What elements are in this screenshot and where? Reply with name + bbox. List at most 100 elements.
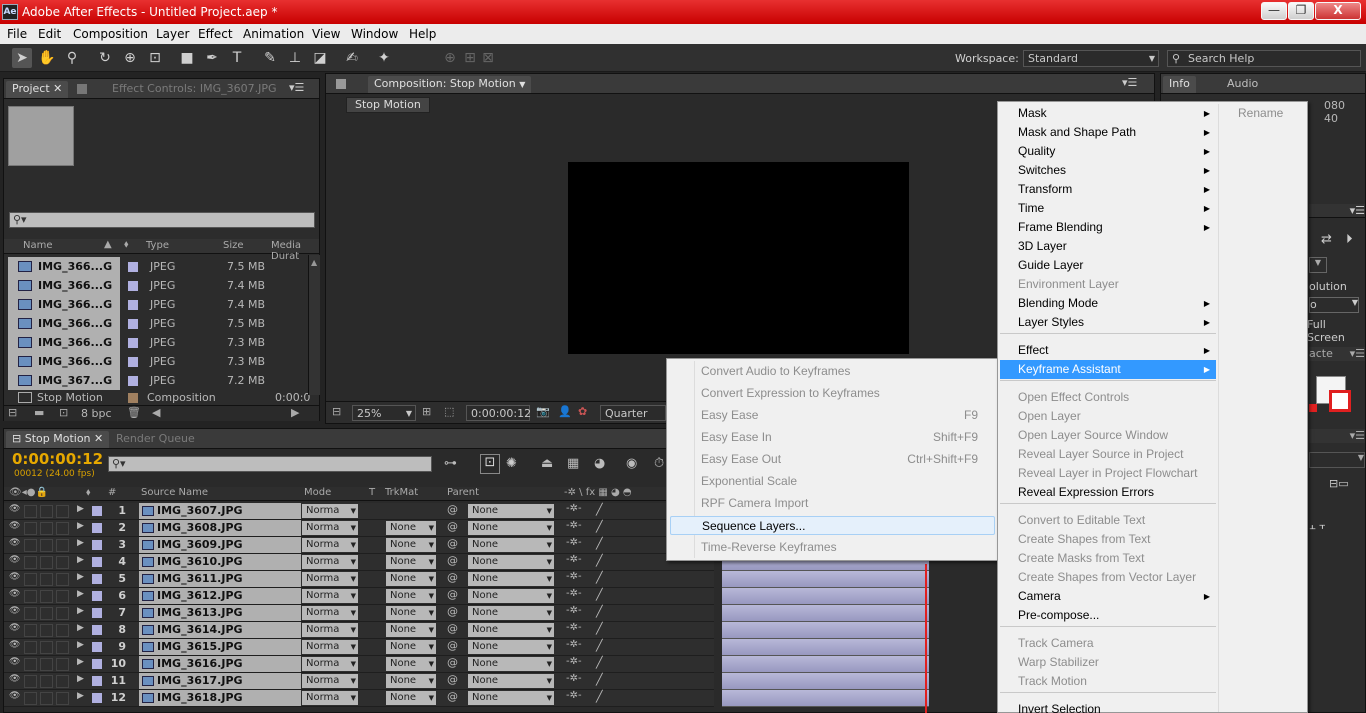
show-snapshot-icon[interactable]: 👤: [558, 405, 572, 418]
trkmat-dropdown[interactable]: None ▼: [386, 691, 436, 705]
parent-pick-whip-icon[interactable]: @: [447, 605, 458, 618]
interpret-footage-icon[interactable]: ⊟: [8, 406, 17, 419]
audio-switch[interactable]: [24, 573, 37, 586]
parent-pick-whip-icon[interactable]: @: [447, 571, 458, 584]
table-row[interactable]: 👁 ▶ 5 IMG_3611.JPG Norma ▼ None ▼ @ None ▼ …: [4, 571, 714, 588]
eye-icon[interactable]: 👁: [9, 623, 20, 633]
audio-switch[interactable]: [24, 624, 37, 637]
label-color[interactable]: [92, 608, 102, 618]
layer-duration-bar[interactable]: [722, 571, 929, 588]
table-row[interactable]: 👁 ▶ 3 IMG_3609.JPG Norma ▼ None ▼ @ None ▼ …: [4, 537, 714, 554]
trkmat-dropdown[interactable]: None ▼: [386, 521, 436, 535]
safe-zones-icon[interactable]: ⊞: [422, 405, 431, 418]
label-color[interactable]: [92, 659, 102, 669]
audio-switch[interactable]: [24, 590, 37, 603]
project-scrollbar[interactable]: ▲: [308, 255, 320, 395]
magnification-dropdown[interactable]: 25% ▼: [352, 405, 416, 421]
parent-dropdown[interactable]: None ▼: [468, 504, 554, 518]
audio-switch[interactable]: [24, 607, 37, 620]
list-item[interactable]: IMG_366...G JPEG 7.4 MB: [4, 295, 304, 314]
menu-item-sequence-layers[interactable]: Sequence Layers...: [670, 516, 995, 535]
menu-help[interactable]: Help: [409, 27, 436, 41]
blend-mode-dropdown[interactable]: Norma ▼: [302, 623, 358, 637]
quality-switch-icon[interactable]: ╱: [596, 605, 603, 618]
solo-switch[interactable]: [40, 607, 53, 620]
parent-pick-whip-icon[interactable]: @: [447, 622, 458, 635]
list-item[interactable]: IMG_366...G JPEG 7.3 MB: [4, 333, 304, 352]
tab-info[interactable]: Info: [1163, 76, 1196, 93]
no-fill-icon[interactable]: [1309, 404, 1317, 412]
solo-switch[interactable]: [40, 624, 53, 637]
rectangle-tool-icon[interactable]: ■: [177, 48, 197, 68]
eye-icon[interactable]: 👁: [9, 640, 20, 650]
layer-name[interactable]: IMG_3608.JPG: [139, 520, 301, 536]
blend-mode-dropdown[interactable]: Norma ▼: [302, 555, 358, 569]
resolution-dropdown[interactable]: Quarter: [600, 405, 666, 421]
panel-menu-icon[interactable]: ▾☰: [1350, 347, 1365, 360]
label-color[interactable]: [92, 693, 102, 703]
stroke-color-swatch[interactable]: [1329, 390, 1351, 412]
expand-triangle-icon[interactable]: ▶: [77, 555, 84, 565]
minimize-button[interactable]: —: [1261, 2, 1287, 20]
trkmat-dropdown[interactable]: None ▼: [386, 640, 436, 654]
snapshot-icon[interactable]: 📷: [536, 405, 550, 418]
menu-item-create-shapes-from-vector-layer[interactable]: Create Shapes from Vector Layer: [1000, 568, 1216, 587]
table-row[interactable]: 👁 ▶ 6 IMG_3612.JPG Norma ▼ None ▼ @ None ▼ …: [4, 588, 714, 605]
solo-switch[interactable]: [40, 658, 53, 671]
breadcrumb[interactable]: Stop Motion: [346, 97, 430, 113]
menu-animation[interactable]: Animation: [243, 27, 304, 41]
label-color[interactable]: [92, 540, 102, 550]
shy-switch-icon[interactable]: -✲-: [566, 537, 582, 548]
blend-mode-dropdown[interactable]: Norma ▼: [302, 589, 358, 603]
menu-effect[interactable]: Effect: [198, 27, 233, 41]
quality-switch-icon[interactable]: ╱: [596, 588, 603, 601]
menu-window[interactable]: Window: [351, 27, 398, 41]
parent-dropdown[interactable]: None ▼: [468, 691, 554, 705]
menu-item-create-shapes-from-text[interactable]: Create Shapes from Text: [1000, 530, 1216, 549]
blend-mode-dropdown[interactable]: Norma ▼: [302, 674, 358, 688]
selection-tool-icon[interactable]: ➤: [12, 48, 32, 68]
solo-switch[interactable]: [40, 675, 53, 688]
eye-icon[interactable]: 👁: [9, 589, 20, 599]
blend-mode-dropdown[interactable]: Norma ▼: [302, 606, 358, 620]
layer-duration-bar[interactable]: [722, 690, 929, 707]
layer-duration-bar[interactable]: [722, 656, 929, 673]
solo-switch[interactable]: [40, 556, 53, 569]
menu-item-frame-blending[interactable]: Frame Blending ▶: [1000, 218, 1216, 237]
menu-item-rename[interactable]: Rename: [1238, 106, 1283, 120]
menu-item-transform[interactable]: Transform ▶: [1000, 180, 1216, 199]
lock-tab-icon[interactable]: [336, 79, 346, 89]
trkmat-dropdown[interactable]: None ▼: [386, 589, 436, 603]
loop-icon[interactable]: ⇄: [1321, 232, 1332, 247]
label-color[interactable]: [92, 557, 102, 567]
parent-pick-whip-icon[interactable]: @: [447, 673, 458, 686]
list-item[interactable]: IMG_367...G JPEG 7.2 MB: [4, 371, 304, 390]
expand-triangle-icon[interactable]: ▶: [77, 674, 84, 684]
new-folder-icon[interactable]: ▬: [34, 406, 44, 419]
lock-switch[interactable]: [56, 607, 69, 620]
brush-tool-icon[interactable]: ✎: [260, 48, 280, 68]
eye-icon[interactable]: 👁: [9, 606, 20, 616]
column-mode[interactable]: Mode: [304, 487, 331, 498]
blend-mode-dropdown[interactable]: Norma ▼: [302, 504, 358, 518]
table-row[interactable]: 👁 ▶ 7 IMG_3613.JPG Norma ▼ None ▼ @ None ▼ …: [4, 605, 714, 622]
layer-duration-bar[interactable]: [722, 673, 929, 690]
menu-view[interactable]: View: [312, 27, 340, 41]
solo-switch[interactable]: [40, 573, 53, 586]
shy-switch-icon[interactable]: -✲-: [566, 520, 582, 531]
expand-triangle-icon[interactable]: ▶: [77, 538, 84, 548]
menu-item-effect[interactable]: Effect ▶: [1000, 341, 1216, 360]
blend-mode-dropdown[interactable]: Norma ▼: [302, 640, 358, 654]
search-help-input[interactable]: ⚲ Search Help: [1167, 50, 1361, 67]
solo-switch[interactable]: [40, 505, 53, 518]
blend-mode-dropdown[interactable]: Norma ▼: [302, 657, 358, 671]
full-screen-label[interactable]: Full Screen: [1307, 318, 1365, 344]
layer-name[interactable]: IMG_3610.JPG: [139, 554, 301, 570]
layer-name[interactable]: IMG_3618.JPG: [139, 690, 301, 706]
expand-triangle-icon[interactable]: ▶: [77, 623, 84, 633]
layer-name[interactable]: IMG_3607.JPG: [139, 503, 301, 519]
quality-switch-icon[interactable]: ╱: [596, 673, 603, 686]
graph-editor-icon[interactable]: ◉: [626, 456, 637, 471]
new-composition-icon[interactable]: ⊡: [59, 406, 68, 419]
parent-pick-whip-icon[interactable]: @: [447, 520, 458, 533]
